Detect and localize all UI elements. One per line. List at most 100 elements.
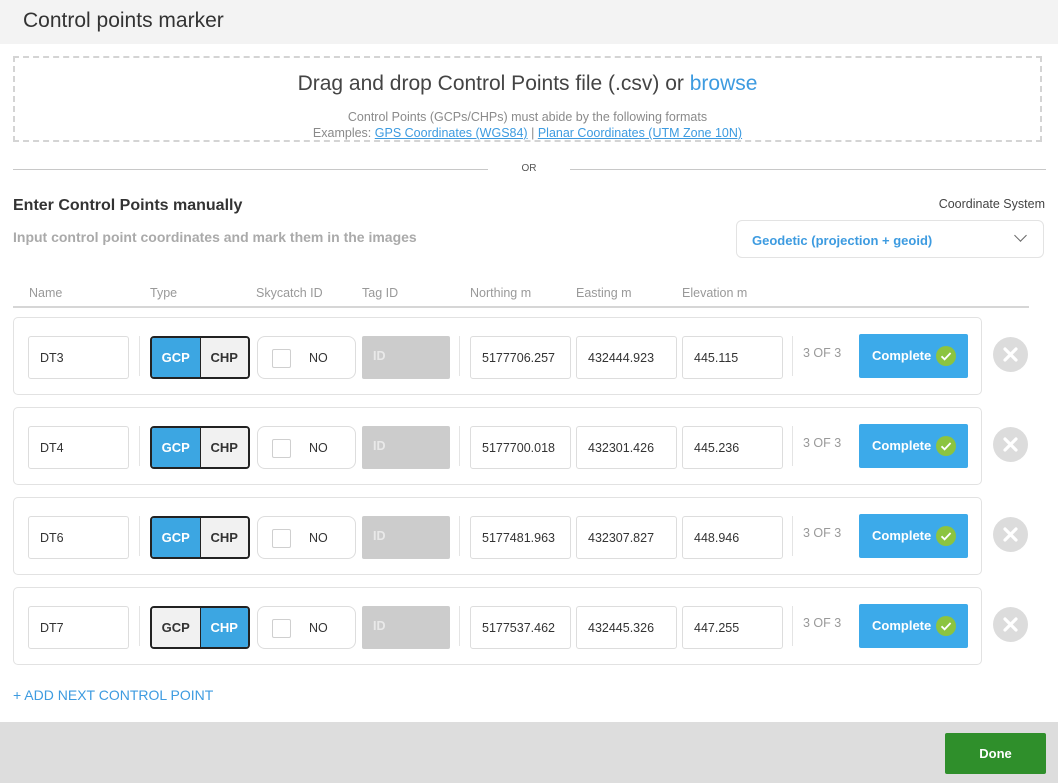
divider	[139, 516, 140, 556]
remove-point-button[interactable]	[993, 337, 1028, 372]
northing-field[interactable]: 5177700.018	[470, 426, 571, 469]
skycatch-id-toggle[interactable]: NO	[257, 336, 356, 379]
tag-id-field: ID	[362, 516, 450, 559]
northing-field[interactable]: 5177481.963	[470, 516, 571, 559]
header-divider	[13, 306, 1029, 308]
dialog-body: Drag and drop Control Points file (.csv)…	[0, 44, 1058, 722]
example-wgs84-link[interactable]: GPS Coordinates (WGS84)	[375, 126, 528, 140]
skycatch-id-toggle[interactable]: NO	[257, 516, 356, 559]
type-gcp-option[interactable]: GCP	[152, 428, 201, 467]
type-chp-option[interactable]: CHP	[200, 608, 248, 647]
marked-images-count: 3 OF 3	[803, 436, 842, 450]
tag-id-placeholder: ID	[373, 619, 386, 633]
divider	[139, 426, 140, 466]
close-icon	[1003, 347, 1018, 362]
type-chp-option[interactable]: CHP	[200, 428, 248, 467]
type-chp-option[interactable]: CHP	[200, 518, 248, 557]
check-circle-icon	[936, 526, 956, 546]
type-gcp-option[interactable]: GCP	[152, 338, 201, 377]
dialog-footer: Done	[0, 722, 1058, 783]
coordinate-system-select[interactable]: Geodetic (projection + geoid)	[736, 220, 1044, 258]
complete-label: Complete	[872, 618, 932, 633]
add-control-point-link[interactable]: + ADD NEXT CONTROL POINT	[13, 687, 213, 703]
type-gcp-option[interactable]: GCP	[152, 608, 201, 647]
divider-left	[13, 169, 488, 170]
dialog-title: Control points marker	[23, 9, 224, 32]
divider	[792, 336, 793, 376]
name-field[interactable]: DT3	[28, 336, 129, 379]
complete-button[interactable]: Complete	[859, 514, 968, 558]
dropzone-text: Drag and drop Control Points file (.csv)…	[15, 72, 1040, 96]
divider	[459, 426, 460, 466]
elevation-field[interactable]: 445.236	[682, 426, 783, 469]
divider	[459, 606, 460, 646]
easting-field[interactable]: 432307.827	[576, 516, 677, 559]
divider	[139, 606, 140, 646]
check-circle-icon	[936, 616, 956, 636]
divider	[792, 426, 793, 466]
complete-label: Complete	[872, 528, 932, 543]
complete-button[interactable]: Complete	[859, 334, 968, 378]
control-point-row: DT7 GCP CHP NO ID 5177537.462 432445.326…	[13, 587, 982, 665]
control-point-row: DT4 GCP CHP NO ID 5177700.018 432301.426…	[13, 407, 982, 485]
skycatch-no-label: NO	[309, 441, 328, 455]
divider	[459, 336, 460, 376]
file-dropzone[interactable]: Drag and drop Control Points file (.csv)…	[13, 56, 1042, 142]
tag-id-field: ID	[362, 336, 450, 379]
coordinate-system-value: Geodetic (projection + geoid)	[752, 233, 933, 248]
northing-field[interactable]: 5177537.462	[470, 606, 571, 649]
remove-point-button[interactable]	[993, 517, 1028, 552]
elevation-field[interactable]: 448.946	[682, 516, 783, 559]
complete-button[interactable]: Complete	[859, 604, 968, 648]
skycatch-id-toggle[interactable]: NO	[257, 426, 356, 469]
skycatch-checkbox[interactable]	[272, 439, 291, 458]
col-header-easting: Easting m	[576, 286, 632, 300]
name-field[interactable]: DT4	[28, 426, 129, 469]
northing-field[interactable]: 5177706.257	[470, 336, 571, 379]
chevron-down-icon	[1014, 229, 1027, 242]
manual-entry-subtitle: Input control point coordinates and mark…	[13, 229, 417, 245]
easting-field[interactable]: 432301.426	[576, 426, 677, 469]
elevation-field[interactable]: 445.115	[682, 336, 783, 379]
done-button[interactable]: Done	[945, 733, 1046, 774]
examples-separator: |	[531, 126, 535, 140]
browse-link[interactable]: browse	[690, 72, 758, 95]
skycatch-checkbox[interactable]	[272, 349, 291, 368]
complete-label: Complete	[872, 348, 932, 363]
dropzone-main-text: Drag and drop Control Points file (.csv)…	[297, 72, 684, 95]
type-toggle[interactable]: GCP CHP	[150, 606, 250, 649]
example-utm-link[interactable]: Planar Coordinates (UTM Zone 10N)	[538, 126, 742, 140]
manual-entry-title: Enter Control Points manually	[13, 197, 243, 214]
divider	[139, 336, 140, 376]
skycatch-checkbox[interactable]	[272, 619, 291, 638]
type-toggle[interactable]: GCP CHP	[150, 516, 250, 559]
name-field[interactable]: DT7	[28, 606, 129, 649]
remove-point-button[interactable]	[993, 427, 1028, 462]
remove-point-button[interactable]	[993, 607, 1028, 642]
or-divider-text: OR	[521, 163, 537, 174]
control-point-row: DT3 GCP CHP NO ID 5177706.257 432444.923…	[13, 317, 982, 395]
examples-prefix: Examples:	[312, 126, 372, 140]
skycatch-id-toggle[interactable]: NO	[257, 606, 356, 649]
name-field[interactable]: DT6	[28, 516, 129, 559]
easting-field[interactable]: 432445.326	[576, 606, 677, 649]
complete-button[interactable]: Complete	[859, 424, 968, 468]
close-icon	[1003, 527, 1018, 542]
skycatch-no-label: NO	[309, 351, 328, 365]
type-toggle[interactable]: GCP CHP	[150, 426, 250, 469]
col-header-tag-id: Tag ID	[362, 286, 399, 300]
type-toggle[interactable]: GCP CHP	[150, 336, 250, 379]
skycatch-checkbox[interactable]	[272, 529, 291, 548]
easting-field[interactable]: 432444.923	[576, 336, 677, 379]
complete-label: Complete	[872, 438, 932, 453]
dialog-header: Control points marker	[0, 0, 1058, 44]
divider	[792, 516, 793, 556]
col-header-skycatch-id: Skycatch ID	[256, 286, 323, 300]
close-icon	[1003, 437, 1018, 452]
col-header-elevation: Elevation m	[682, 286, 748, 300]
tag-id-field: ID	[362, 606, 450, 649]
type-chp-option[interactable]: CHP	[200, 338, 248, 377]
elevation-field[interactable]: 447.255	[682, 606, 783, 649]
col-header-type: Type	[150, 286, 178, 300]
type-gcp-option[interactable]: GCP	[152, 518, 201, 557]
